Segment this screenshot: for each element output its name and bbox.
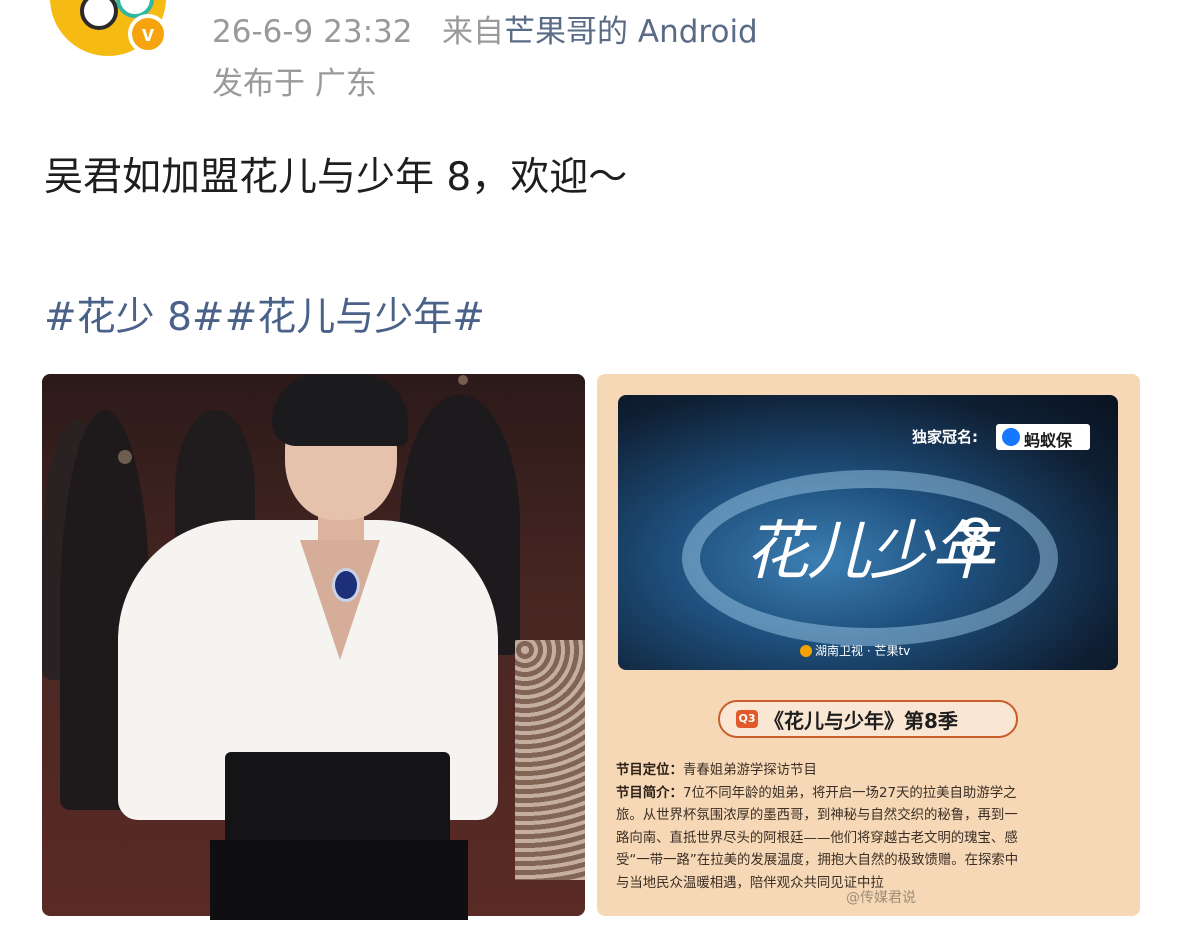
post-body-text: 吴君如加盟花儿与少年 8，欢迎～ xyxy=(44,155,628,200)
photo-hair xyxy=(272,374,408,446)
post-meta-line: 26-6-9 23:32 来自芒果哥的 Android xyxy=(212,6,758,51)
avatar-eye-left xyxy=(80,0,118,30)
poster-sponsor-name: 蚂蚁保 xyxy=(1024,431,1073,450)
photo-black-pants xyxy=(210,840,468,920)
poster-positioning-value: 青春姐弟游学探访节目 xyxy=(682,763,817,778)
poster-positioning-label: 节目定位： xyxy=(616,763,683,778)
poster-intro-label: 节目简介： xyxy=(616,785,683,801)
photo-necklace-pendant xyxy=(332,568,360,602)
poster-season-title: 《花儿与少年》第8季 xyxy=(764,709,958,733)
photo-bokeh xyxy=(458,375,468,385)
photo-sequin-dress xyxy=(515,640,585,880)
ant-insurance-logo-icon xyxy=(1002,428,1020,446)
post-timestamp: 26-6-9 23:32 xyxy=(212,14,413,50)
poster-channel-logos: 湖南卫视 · 芒果tv xyxy=(800,642,910,659)
poster-intro-line: 7位不同年龄的姐弟，将开启一场27天的拉美自助游学之 xyxy=(682,785,1017,801)
poster-intro-line: 旅。从世界杯氛围浓厚的墨西哥，到神秘与自然交织的秘鲁，再到一 xyxy=(616,808,1018,823)
post-location: 发布于 广东 xyxy=(212,66,377,102)
poster-channel-text: 湖南卫视 · 芒果tv xyxy=(815,644,911,658)
poster-positioning-row: 节目定位：青春姐弟游学探访节目 xyxy=(616,760,1121,783)
verified-badge-icon: v xyxy=(128,14,168,54)
poster-watermark: @传媒君说 xyxy=(846,890,916,906)
post-source-link[interactable]: 芒果哥的 Android xyxy=(504,14,758,50)
poster-show-number: 8 xyxy=(958,508,994,573)
poster-intro-line: 路向南、直抵世界尽头的阿根廷——他们将穿越古老文明的瑰宝、感 xyxy=(616,830,1018,846)
poster-show-title: 花儿少年 xyxy=(745,515,995,589)
poster-intro-line: 受“一带一路”在拉美的发展温度，拥抱大自然的极致馈赠。在探索中 xyxy=(616,853,1019,868)
post-hashtags-link[interactable]: #花少 8##花儿与少年# xyxy=(44,286,485,342)
photo-bokeh xyxy=(118,450,132,464)
poster-description: 节目定位：青春姐弟游学探访节目 节目简介：7位不同年龄的姐弟，将开启一场27天的… xyxy=(616,760,1121,895)
poster-sponsor-label: 独家冠名: xyxy=(912,428,978,446)
photo-black-sash xyxy=(225,752,450,844)
post-source-prefix: 来自 xyxy=(442,14,505,50)
hunan-tv-logo-icon xyxy=(800,645,812,657)
poster-quarter-badge: Q3 xyxy=(736,710,758,728)
poster-intro-row: 节目简介：7位不同年龄的姐弟，将开启一场27天的拉美自助游学之 xyxy=(616,783,1121,806)
